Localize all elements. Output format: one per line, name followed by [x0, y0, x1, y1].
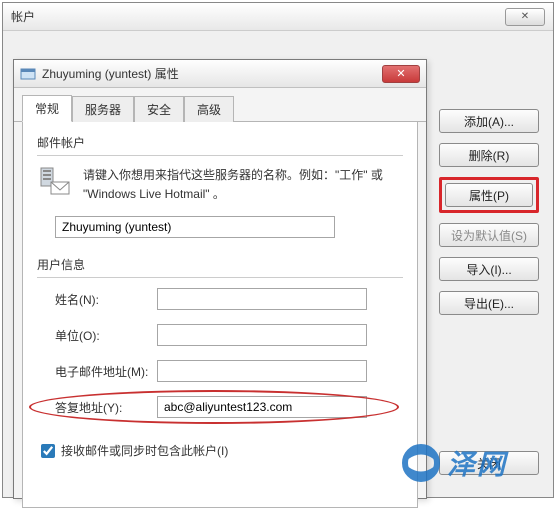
label-reply: 答复地址(Y):: [37, 399, 157, 416]
close-button[interactable]: 关闭: [439, 451, 539, 475]
close-row: 关闭: [439, 451, 539, 475]
export-button[interactable]: 导出(E)...: [439, 291, 539, 315]
import-button[interactable]: 导入(I)...: [439, 257, 539, 281]
input-org[interactable]: [157, 324, 367, 346]
include-account-label: 接收邮件或同步时包含此帐户(I): [61, 442, 228, 459]
dialog-close-button[interactable]: ✕: [382, 65, 420, 83]
row-name: 姓名(N):: [37, 288, 403, 310]
divider: [37, 277, 403, 278]
account-hint-row: 请键入你想用来指代这些服务器的名称。例如："工作" 或 "Windows Liv…: [37, 166, 403, 204]
input-reply[interactable]: [157, 396, 367, 418]
input-email[interactable]: [157, 360, 367, 382]
tab-panel-general: 邮件帐户 请键入你想用来指代这些服务器的名称。例如："工作" 或 "Window…: [22, 122, 418, 508]
tab-strip: 常规 服务器 安全 高级: [14, 88, 426, 122]
divider: [37, 155, 403, 156]
properties-button-highlight: 属性(P): [439, 177, 539, 213]
tab-advanced[interactable]: 高级: [184, 96, 234, 122]
account-name-field: [55, 216, 403, 238]
parent-body: 添加(A)... 删除(R) 属性(P) 设为默认值(S) 导入(I)... 导…: [3, 31, 553, 497]
accounts-window: 帐户 ✕ 添加(A)... 删除(R) 属性(P) 设为默认值(S) 导入(I)…: [2, 2, 554, 498]
row-email: 电子邮件地址(M):: [37, 360, 403, 382]
delete-button[interactable]: 删除(R): [439, 143, 539, 167]
parent-titlebar: 帐户 ✕: [3, 3, 553, 31]
dialog-icon: [20, 66, 36, 82]
label-email: 电子邮件地址(M):: [37, 363, 157, 380]
add-button[interactable]: 添加(A)...: [439, 109, 539, 133]
dialog-title: Zhuyuming (yuntest) 属性: [42, 65, 376, 82]
properties-dialog: Zhuyuming (yuntest) 属性 ✕ 常规 服务器 安全 高级 邮件…: [13, 59, 427, 499]
tab-security[interactable]: 安全: [134, 96, 184, 122]
label-org: 单位(O):: [37, 327, 157, 344]
parent-title: 帐户: [11, 8, 505, 25]
row-reply: 答复地址(Y):: [37, 396, 367, 418]
row-org: 单位(O):: [37, 324, 403, 346]
right-button-column: 添加(A)... 删除(R) 属性(P) 设为默认值(S) 导入(I)... 导…: [439, 109, 539, 315]
tab-server[interactable]: 服务器: [72, 96, 134, 122]
section-account-label: 邮件帐户: [37, 134, 403, 151]
tab-general[interactable]: 常规: [22, 95, 72, 122]
include-account-checkbox[interactable]: [41, 444, 55, 458]
set-default-button[interactable]: 设为默认值(S): [439, 223, 539, 247]
row-reply-wrap: 答复地址(Y):: [37, 396, 367, 432]
label-name: 姓名(N):: [37, 291, 157, 308]
properties-button[interactable]: 属性(P): [445, 183, 533, 207]
account-name-input[interactable]: [55, 216, 335, 238]
account-hint-text: 请键入你想用来指代这些服务器的名称。例如："工作" 或 "Windows Liv…: [83, 166, 403, 204]
include-account-row: 接收邮件或同步时包含此帐户(I): [37, 442, 403, 459]
dialog-titlebar: Zhuyuming (yuntest) 属性 ✕: [14, 60, 426, 88]
parent-close-button[interactable]: ✕: [505, 8, 545, 26]
server-icon: [37, 166, 73, 198]
section-user-label: 用户信息: [37, 256, 403, 273]
input-name[interactable]: [157, 288, 367, 310]
